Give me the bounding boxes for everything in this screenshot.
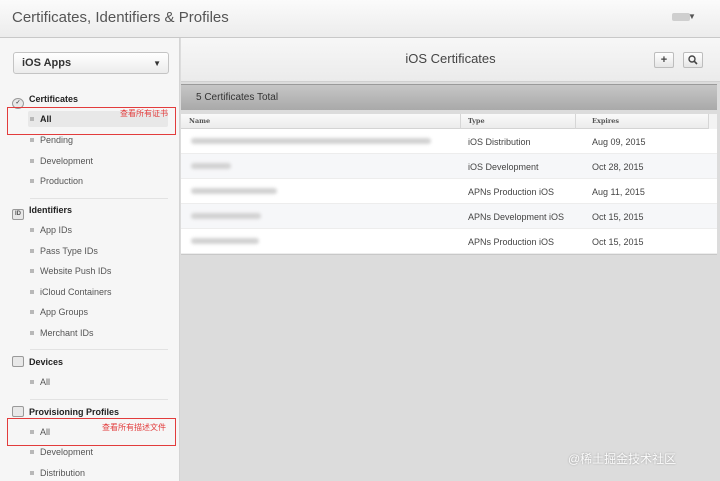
cell-type: APNs Production iOS: [468, 187, 555, 197]
table-header: Name Type Expires: [181, 114, 717, 129]
redacted-name: [191, 213, 261, 219]
sidebar-item-merchant-ids[interactable]: Merchant IDs: [28, 325, 168, 341]
redacted-name: [191, 188, 277, 194]
add-certificate-button[interactable]: +: [654, 52, 674, 68]
sidebar-item-devices-all[interactable]: All: [28, 374, 168, 390]
cell-expires: Oct 15, 2015: [592, 212, 644, 222]
app-title: Certificates, Identifiers & Profiles: [12, 9, 229, 26]
sidebar-item-certificates-development[interactable]: Development: [28, 153, 168, 169]
platform-select[interactable]: iOS Apps ▼: [13, 52, 169, 74]
section-certificates: ✓ Certificates: [12, 94, 78, 109]
divider: [30, 399, 168, 400]
redacted-name: [191, 238, 259, 244]
column-separator: [575, 114, 576, 129]
sidebar-item-icloud-containers[interactable]: iCloud Containers: [28, 284, 168, 300]
table-row[interactable]: iOS Development Oct 28, 2015: [181, 154, 717, 179]
sidebar: iOS Apps ▼ ✓ Certificates All Pending Dev…: [0, 38, 180, 481]
cell-type: iOS Distribution: [468, 137, 531, 147]
top-bar: Certificates, Identifiers & Profiles ▼: [0, 0, 720, 38]
search-icon: [688, 55, 698, 65]
redacted-name: [191, 138, 431, 144]
sidebar-item-pass-type-ids[interactable]: Pass Type IDs: [28, 243, 168, 259]
table-row[interactable]: APNs Production iOS Aug 11, 2015: [181, 179, 717, 204]
platform-select-value: iOS Apps: [22, 57, 72, 69]
table-row[interactable]: iOS Distribution Aug 09, 2015: [181, 129, 717, 154]
table-row[interactable]: APNs Development iOS Oct 15, 2015: [181, 204, 717, 229]
chevron-down-icon: ▼: [153, 59, 161, 68]
page-title: iOS Certificates: [405, 51, 496, 66]
annotation-text-certificates: 查看所有证书: [120, 109, 168, 118]
column-separator: [460, 114, 461, 129]
main-header: iOS Certificates +: [181, 38, 720, 82]
profile-icon: [12, 406, 24, 417]
cell-type: APNs Production iOS: [468, 237, 555, 247]
cell-expires: Aug 11, 2015: [592, 187, 645, 197]
sidebar-item-profiles-distribution[interactable]: Distribution: [28, 465, 168, 481]
column-header-expires[interactable]: Expires: [592, 117, 619, 125]
certificates-table: Name Type Expires iOS Distribution Aug 0…: [181, 114, 717, 255]
cell-type: iOS Development: [468, 162, 539, 172]
sidebar-item-certificates-production[interactable]: Production: [28, 173, 168, 189]
device-icon: [12, 356, 24, 367]
divider: [30, 349, 168, 350]
plus-icon: +: [660, 54, 668, 66]
scrollbar[interactable]: [708, 114, 717, 129]
certificates-total: 5 Certificates Total: [181, 84, 717, 110]
cell-expires: Oct 28, 2015: [592, 162, 644, 172]
search-button[interactable]: [683, 52, 703, 68]
column-header-name[interactable]: Name: [189, 117, 210, 125]
redacted-name: [191, 163, 231, 169]
id-icon: ID: [12, 209, 24, 220]
sidebar-item-profiles-development[interactable]: Development: [28, 444, 168, 460]
table-row[interactable]: APNs Production iOS Oct 15, 2015: [181, 229, 717, 254]
watermark: @稀土掘金技术社区: [568, 452, 677, 466]
column-header-type[interactable]: Type: [468, 117, 485, 125]
main-panel: iOS Certificates + 5 Certificates Total …: [181, 38, 720, 481]
cell-type: APNs Development iOS: [468, 212, 565, 222]
section-devices: Devices: [12, 356, 63, 370]
cell-expires: Aug 09, 2015: [592, 137, 646, 147]
sidebar-item-app-groups[interactable]: App Groups: [28, 304, 168, 320]
chevron-down-icon[interactable]: ▼: [688, 12, 696, 21]
divider: [30, 198, 168, 199]
cell-expires: Oct 15, 2015: [592, 237, 644, 247]
sidebar-item-website-push-ids[interactable]: Website Push IDs: [28, 263, 168, 279]
annotation-text-profiles: 查看所有描述文件: [102, 423, 166, 432]
sidebar-item-app-ids[interactable]: App IDs: [28, 222, 168, 238]
section-identifiers: ID Identifiers: [12, 205, 72, 220]
